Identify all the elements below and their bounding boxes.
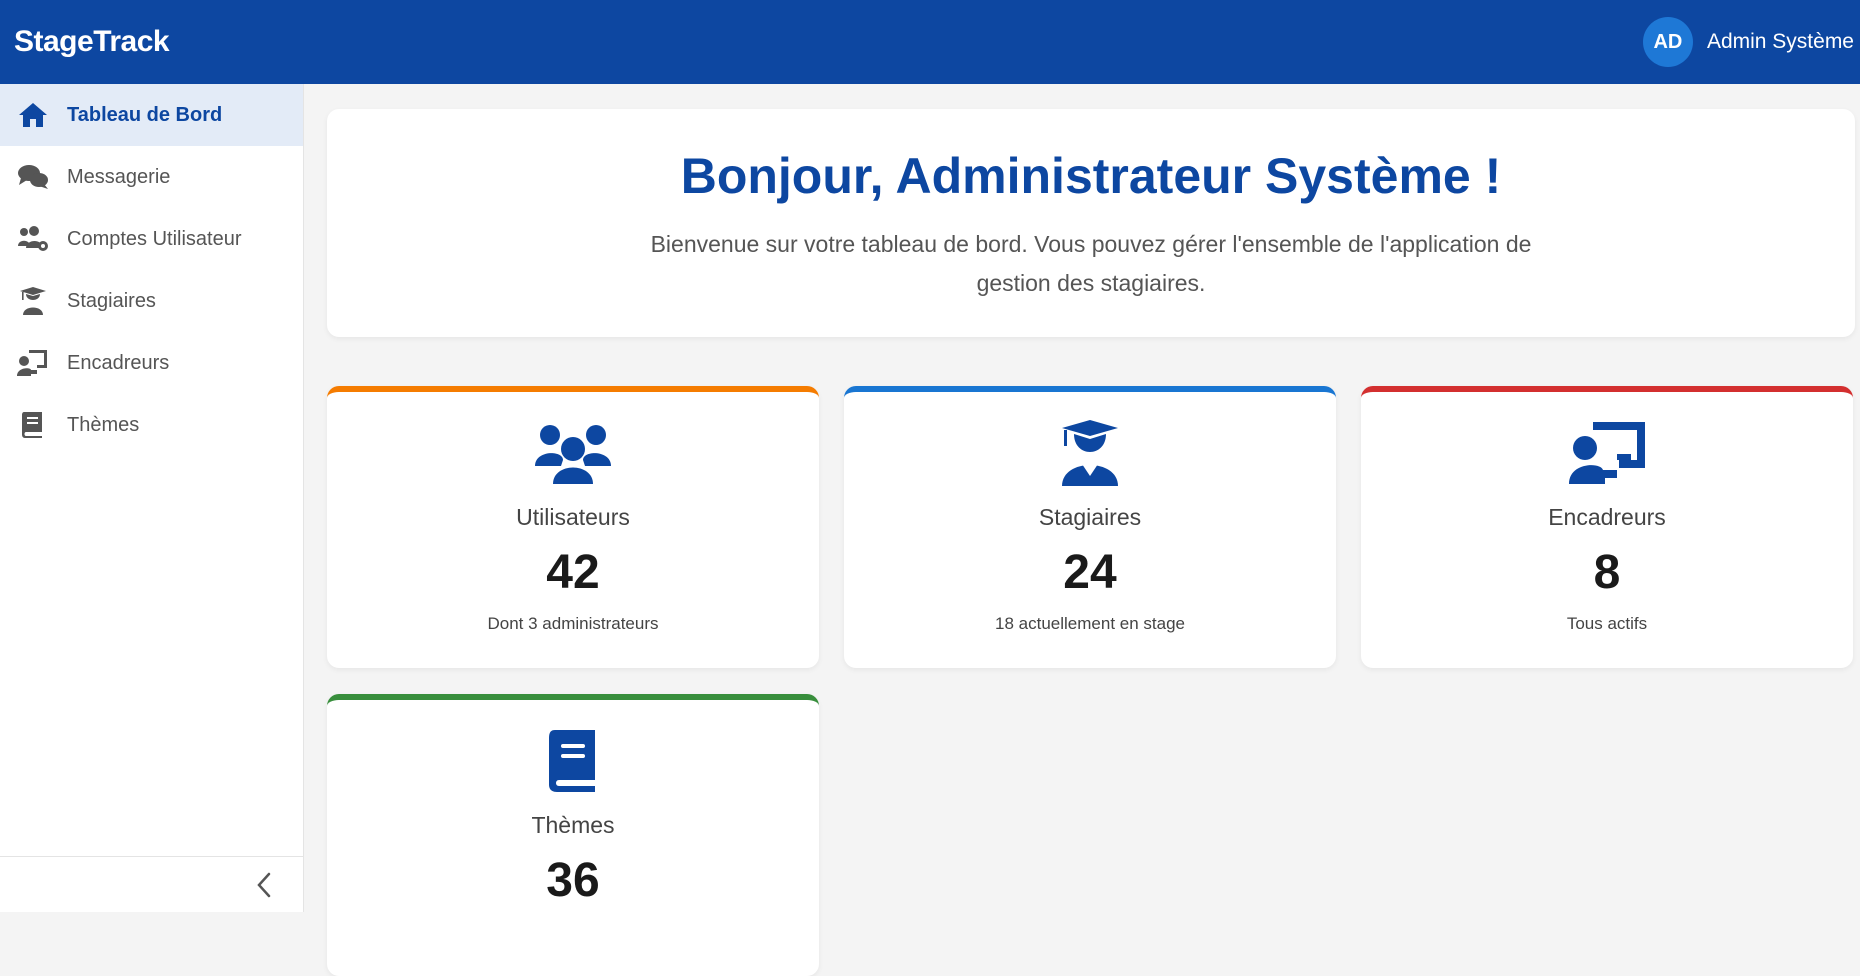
stat-value: 42: [546, 546, 600, 599]
sidebar-item-encadreurs[interactable]: Encadreurs: [0, 332, 303, 394]
stat-card-themes[interactable]: Thèmes 36: [327, 694, 819, 976]
sidebar-item-stagiaires[interactable]: Stagiaires: [0, 270, 303, 332]
stat-note: 18 actuellement en stage: [995, 614, 1185, 633]
stat-value: 36: [546, 854, 600, 907]
stat-label: Thèmes: [531, 812, 615, 838]
chalkboard-teacher-icon: [16, 348, 50, 378]
sidebar-footer: [0, 856, 303, 912]
stat-note: Tous actifs: [1566, 614, 1648, 633]
sidebar-item-dashboard[interactable]: Tableau de Bord: [0, 84, 303, 146]
users-cog-icon: [16, 224, 50, 254]
chalkboard-teacher-icon: [1361, 418, 1853, 488]
sidebar-item-label: Stagiaires: [67, 289, 156, 312]
welcome-panel: Bonjour, Administrateur Système ! Bienve…: [327, 109, 1855, 337]
collapse-sidebar-button[interactable]: [249, 870, 279, 900]
sidebar-item-messagerie[interactable]: Messagerie: [0, 146, 303, 208]
sidebar-item-label: Encadreurs: [67, 351, 170, 374]
brand-logo[interactable]: StageTrack: [14, 25, 170, 59]
stat-card-utilisateurs[interactable]: Utilisateurs 42 Dont 3 administrateurs: [327, 386, 819, 668]
graduate-icon: [16, 286, 50, 316]
stat-label: Encadreurs: [1548, 504, 1666, 530]
sidebar-item-comptes[interactable]: Comptes Utilisateur: [0, 208, 303, 270]
avatar[interactable]: AD: [1642, 17, 1693, 67]
sidebar-item-label: Thèmes: [67, 413, 140, 436]
top-bar: StageTrack AD Admin Système: [0, 0, 1860, 84]
graduate-icon: [844, 418, 1336, 488]
comments-icon: [16, 162, 50, 192]
user-name[interactable]: Admin Système: [1707, 30, 1854, 54]
book-icon: [16, 410, 50, 440]
users-icon: [327, 418, 819, 488]
stat-note: Dont 3 administrateurs: [487, 614, 659, 633]
page-title: Bonjour, Administrateur Système !: [680, 148, 1502, 204]
chevron-left-icon: [257, 872, 271, 897]
sidebar-item-label: Messagerie: [67, 165, 171, 188]
stat-label: Stagiaires: [1038, 504, 1142, 530]
sidebar-item-themes[interactable]: Thèmes: [0, 394, 303, 456]
sidebar: Tableau de Bord Messagerie Comptes Utili…: [0, 84, 304, 912]
sidebar-item-label: Tableau de Bord: [67, 103, 223, 126]
stat-card-stagiaires[interactable]: Stagiaires 24 18 actuellement en stage: [844, 386, 1336, 668]
stat-label: Utilisateurs: [516, 504, 630, 530]
sidebar-item-label: Comptes Utilisateur: [67, 227, 242, 250]
home-icon: [16, 100, 50, 130]
user-menu[interactable]: AD Admin Système: [1642, 17, 1854, 67]
book-icon: [327, 726, 819, 796]
stat-value: 8: [1593, 546, 1621, 599]
welcome-text: Bienvenue sur votre tableau de bord. Vou…: [650, 231, 1532, 296]
stat-value: 24: [1063, 546, 1117, 599]
stat-card-encadreurs[interactable]: Encadreurs 8 Tous actifs: [1361, 386, 1853, 668]
